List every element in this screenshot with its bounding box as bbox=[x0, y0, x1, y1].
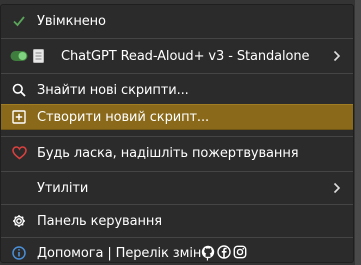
context-menu: Увімкнено ChatGPT Read-Aloud+ v3 - Stand… bbox=[0, 4, 354, 263]
menu-separator bbox=[1, 204, 353, 205]
facebook-icon[interactable] bbox=[217, 245, 231, 263]
menu-item-dashboard[interactable]: Панель керування bbox=[1, 209, 353, 233]
info-icon bbox=[11, 245, 27, 261]
page-background-edge bbox=[355, 0, 361, 265]
menu-separator bbox=[1, 136, 353, 137]
heart-icon bbox=[11, 145, 27, 161]
menu-item-help-label: Допомога | Перелік змін | bbox=[37, 245, 210, 261]
chevron-right-icon bbox=[331, 181, 343, 195]
menu-item-utilities[interactable]: Утиліти bbox=[1, 176, 353, 200]
menu-item-script[interactable]: ChatGPT Read-Aloud+ v3 - Standalone bbox=[1, 44, 353, 68]
plus-square-icon bbox=[11, 109, 27, 125]
menu-item-find-scripts[interactable]: Знайти нові скрипти... bbox=[1, 78, 353, 102]
help-icon-group bbox=[201, 245, 247, 263]
menu-item-enabled[interactable]: Увімкнено bbox=[1, 9, 353, 33]
document-icon bbox=[32, 48, 44, 64]
menu-item-donate-label: Будь ласка, надішліть пожертвування bbox=[37, 145, 299, 161]
gear-icon bbox=[11, 213, 27, 229]
menu-separator bbox=[1, 73, 353, 74]
menu-item-utilities-label: Утиліти bbox=[37, 180, 89, 196]
instagram-icon[interactable] bbox=[233, 245, 247, 263]
menu-item-dashboard-label: Панель керування bbox=[37, 213, 162, 229]
menu-separator bbox=[1, 237, 353, 238]
chevron-right-icon bbox=[331, 49, 343, 63]
menu-separator bbox=[1, 38, 353, 39]
menu-item-donate[interactable]: Будь ласка, надішліть пожертвування bbox=[1, 141, 353, 165]
menu-item-find-scripts-label: Знайти нові скрипти... bbox=[37, 82, 189, 98]
menu-item-create-script[interactable]: Створити новий скрипт... bbox=[1, 104, 353, 130]
search-icon bbox=[11, 82, 27, 98]
menu-item-help[interactable]: Допомога | Перелік змін | bbox=[1, 241, 353, 265]
toggle-icon[interactable] bbox=[10, 48, 28, 64]
github-icon[interactable] bbox=[201, 245, 215, 263]
menu-item-enabled-label: Увімкнено bbox=[37, 13, 106, 29]
menu-separator bbox=[1, 171, 353, 172]
menu-item-create-script-label: Створити новий скрипт... bbox=[37, 109, 210, 125]
check-icon bbox=[11, 13, 27, 29]
menu-item-script-label: ChatGPT Read-Aloud+ v3 - Standalone bbox=[61, 48, 310, 64]
